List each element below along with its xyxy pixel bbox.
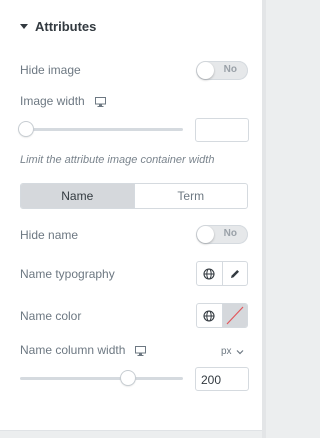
unit-selector[interactable]: px xyxy=(221,346,244,357)
global-color-button[interactable] xyxy=(197,304,222,327)
tab-name[interactable]: Name xyxy=(21,184,135,208)
image-width-input[interactable] xyxy=(195,118,249,142)
scrollbar[interactable] xyxy=(262,0,266,438)
section-toggle-attributes[interactable]: Attributes xyxy=(20,19,96,34)
image-width-hint: Limit the attribute image container widt… xyxy=(20,154,215,166)
name-column-width-label: Name column width xyxy=(20,343,126,357)
toggle-knob xyxy=(197,226,214,243)
name-color-label: Name color xyxy=(20,309,82,323)
no-color-icon xyxy=(226,306,244,325)
unit-label: px xyxy=(221,346,232,357)
desktop-icon[interactable] xyxy=(94,96,106,107)
hide-image-label: Hide image xyxy=(20,63,81,77)
caret-down-icon xyxy=(20,24,28,29)
chevron-down-icon xyxy=(236,349,243,354)
settings-panel: Attributes Hide image No Image width Lim… xyxy=(0,0,262,430)
image-width-label: Image width xyxy=(20,94,85,108)
toggle-text: No xyxy=(223,64,237,75)
desktop-icon[interactable] xyxy=(135,345,147,356)
toggle-text: No xyxy=(223,228,237,239)
image-width-slider-track[interactable] xyxy=(20,128,183,131)
hide-name-label: Hide name xyxy=(20,228,79,242)
toggle-knob xyxy=(197,62,214,79)
name-column-width-slider-handle[interactable] xyxy=(120,371,135,385)
name-typography-label: Name typography xyxy=(20,267,115,281)
name-column-width-input[interactable]: 200 xyxy=(195,367,249,391)
tab-term[interactable]: Term xyxy=(135,184,248,208)
globe-icon xyxy=(203,309,215,322)
name-column-width-label-row: Name column width xyxy=(20,343,147,357)
name-column-width-slider-track[interactable] xyxy=(20,377,183,380)
pencil-icon xyxy=(230,269,239,278)
color-picker-swatch[interactable] xyxy=(221,304,247,327)
name-typography-controls xyxy=(196,261,248,286)
global-typography-button[interactable] xyxy=(197,262,222,285)
globe-icon xyxy=(203,267,215,280)
name-term-tabs: Name Term xyxy=(20,183,248,209)
section-title: Attributes xyxy=(35,19,97,34)
image-width-label-row: Image width xyxy=(20,94,106,108)
image-width-slider-handle[interactable] xyxy=(19,122,33,136)
name-color-controls xyxy=(196,303,248,328)
edit-typography-button[interactable] xyxy=(221,262,248,285)
hide-name-toggle[interactable]: No xyxy=(196,225,248,244)
hide-image-toggle[interactable]: No xyxy=(196,61,248,80)
panel-divider xyxy=(0,430,262,431)
